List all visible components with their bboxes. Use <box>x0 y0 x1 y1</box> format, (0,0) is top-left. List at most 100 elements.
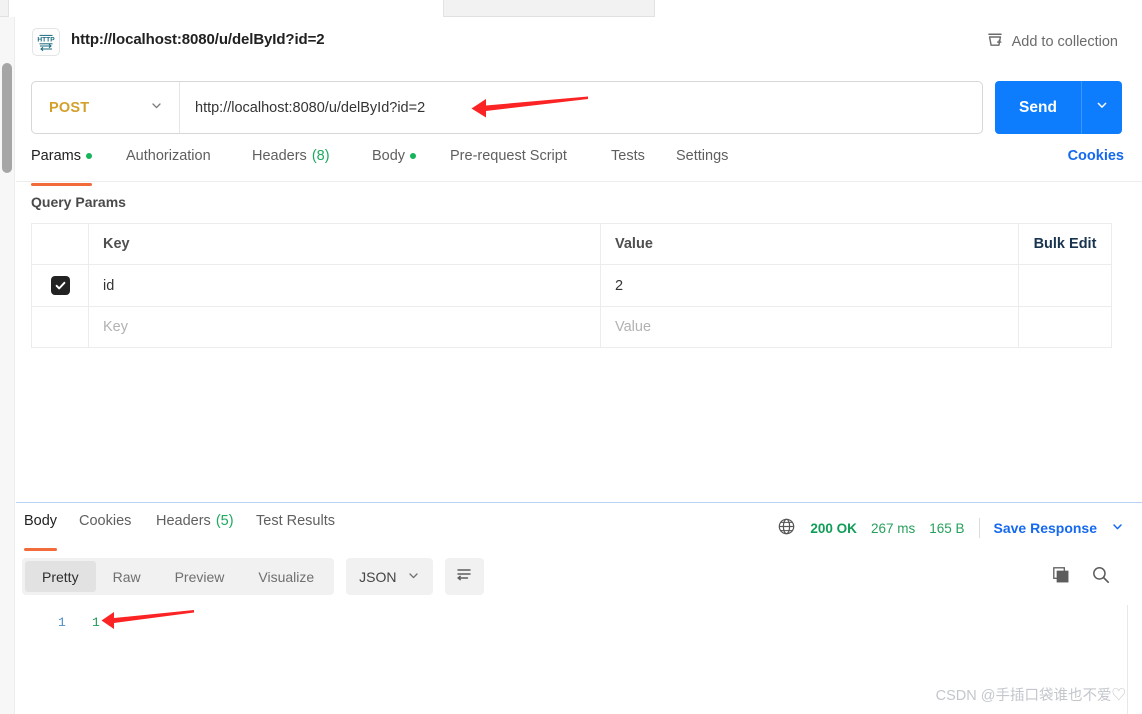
response-size: 165 B <box>929 520 965 536</box>
param-key-cell[interactable]: id <box>88 264 601 307</box>
left-scrollbar-track[interactable] <box>0 17 15 714</box>
send-button-group: Send <box>995 81 1122 134</box>
code-line-number: 1 <box>58 615 66 630</box>
add-to-collection-label: Add to collection <box>1011 34 1118 50</box>
http-protocol-icon: HTTP <box>32 28 60 56</box>
wrap-lines-button[interactable] <box>444 558 484 595</box>
check-icon <box>55 281 65 290</box>
response-tab-headers[interactable]: Headers (5) <box>156 513 234 546</box>
wrap-lines-icon <box>455 565 473 588</box>
active-tab-underline <box>24 548 58 551</box>
add-to-collection-button[interactable]: Add to collection <box>986 31 1118 53</box>
active-tab-underline <box>31 183 92 186</box>
tab-label: Cookies <box>79 513 132 529</box>
unsaved-dot-icon <box>410 153 417 159</box>
table-row: Key Value <box>31 306 1112 348</box>
response-tab-test-results[interactable]: Test Results <box>256 513 335 546</box>
send-options-button[interactable] <box>1082 81 1122 134</box>
row-checkbox-cell[interactable] <box>31 306 89 348</box>
tab-ghost-left[interactable] <box>8 0 444 17</box>
chevron-down-icon <box>407 569 420 585</box>
response-tab-body[interactable]: Body <box>24 513 58 551</box>
param-value-cell[interactable]: 2 <box>600 264 1019 307</box>
param-value-placeholder: Value <box>615 319 652 335</box>
tab-label: Settings <box>676 148 729 164</box>
tab-authorization[interactable]: Authorization <box>126 148 211 181</box>
watermark-text: CSDN @手插口袋谁也不爱♡ <box>935 688 1126 704</box>
param-key-placeholder: Key <box>103 319 128 335</box>
save-response-button[interactable]: Save Response <box>994 520 1098 536</box>
request-header: HTTP http://localhost:8080/u/delById?id=… <box>16 17 1142 67</box>
tab-label: Body <box>24 513 58 529</box>
param-enabled-checkbox[interactable] <box>50 276 70 295</box>
cookies-link[interactable]: Cookies <box>1068 148 1124 164</box>
header-value: Value <box>600 223 1019 265</box>
header-select-all <box>31 223 89 265</box>
param-key-cell-empty[interactable]: Key <box>88 306 601 348</box>
url-input[interactable]: http://localhost:8080/u/delById?id=2 <box>180 82 982 133</box>
tab-label: Test Results <box>256 513 335 529</box>
http-method-selector[interactable]: POST <box>32 82 180 133</box>
request-tabs-divider <box>16 181 1142 182</box>
response-format-label: JSON <box>359 568 397 585</box>
query-params-table: Key Value Bulk Edit id 2 Key Value <box>31 223 1112 348</box>
param-value-value: 2 <box>615 277 624 294</box>
chevron-down-icon <box>1095 98 1109 117</box>
tab-settings[interactable]: Settings <box>676 148 728 181</box>
meta-divider <box>978 518 980 538</box>
param-key-value: id <box>103 277 115 294</box>
svg-text:HTTP: HTTP <box>37 37 55 44</box>
view-mode-group: Pretty Raw Preview Visualize <box>22 558 335 595</box>
response-status-meta: 200 OK 267 ms 165 B Save Response <box>777 517 1124 539</box>
tab-body[interactable]: Body <box>372 148 417 181</box>
response-format-selector[interactable]: JSON <box>346 558 433 595</box>
view-mode-visualize[interactable]: Visualize <box>241 561 331 592</box>
tab-pre-request-script[interactable]: Pre-request Script <box>450 148 567 181</box>
response-body-actions <box>1051 565 1111 590</box>
tab-label: Pre-request Script <box>450 148 567 164</box>
tab-label: Body <box>372 148 406 164</box>
tab-params[interactable]: Params <box>31 148 92 186</box>
url-bar: POST http://localhost:8080/u/delById?id=… <box>31 81 983 134</box>
send-button[interactable]: Send <box>995 81 1082 134</box>
chevron-down-icon <box>150 99 163 117</box>
view-mode-preview[interactable]: Preview <box>158 561 242 592</box>
unsaved-dot-icon <box>85 153 92 159</box>
search-icon[interactable] <box>1091 565 1111 590</box>
response-pane-divider[interactable] <box>16 502 1142 503</box>
row-checkbox-cell <box>31 264 89 307</box>
response-status-code: 200 OK <box>810 520 857 536</box>
save-to-collection-icon <box>986 31 1004 53</box>
response-right-border <box>1127 605 1128 714</box>
code-line-content: 1 <box>92 615 100 630</box>
tab-strip <box>0 0 1142 17</box>
tab-label: Headers <box>156 513 211 529</box>
chevron-down-icon[interactable] <box>1111 520 1124 536</box>
tab-count: (5) <box>215 513 234 529</box>
tab-label: Params <box>31 148 81 164</box>
request-tabs: Params Authorization Headers (8) Body Pr… <box>16 148 1142 186</box>
view-mode-pretty[interactable]: Pretty <box>25 561 96 592</box>
param-value-cell-empty[interactable]: Value <box>600 306 1019 348</box>
request-title: http://localhost:8080/u/delById?id=2 <box>71 31 325 48</box>
tab-ghost-right[interactable] <box>654 0 1142 17</box>
row-actions-cell <box>1018 306 1112 348</box>
bulk-edit-button[interactable]: Bulk Edit <box>1018 223 1112 265</box>
tab-label: Headers <box>252 148 307 164</box>
tab-count: (8) <box>311 148 330 164</box>
tab-label: Authorization <box>126 148 211 164</box>
row-actions-cell <box>1018 264 1112 307</box>
view-mode-raw[interactable]: Raw <box>96 561 158 592</box>
header-key: Key <box>88 223 601 265</box>
globe-icon <box>777 517 796 539</box>
left-scrollbar-thumb[interactable] <box>2 63 12 173</box>
tab-headers[interactable]: Headers (8) <box>252 148 330 181</box>
postman-request-window: HTTP http://localhost:8080/u/delById?id=… <box>0 0 1142 714</box>
tab-tests[interactable]: Tests <box>611 148 645 181</box>
response-view-toolbar: Pretty Raw Preview Visualize JSON <box>22 558 484 595</box>
response-time: 267 ms <box>870 520 916 536</box>
http-method-label: POST <box>49 99 90 116</box>
query-params-title: Query Params <box>31 194 126 210</box>
copy-icon[interactable] <box>1051 565 1071 590</box>
response-tab-cookies[interactable]: Cookies <box>79 513 131 546</box>
